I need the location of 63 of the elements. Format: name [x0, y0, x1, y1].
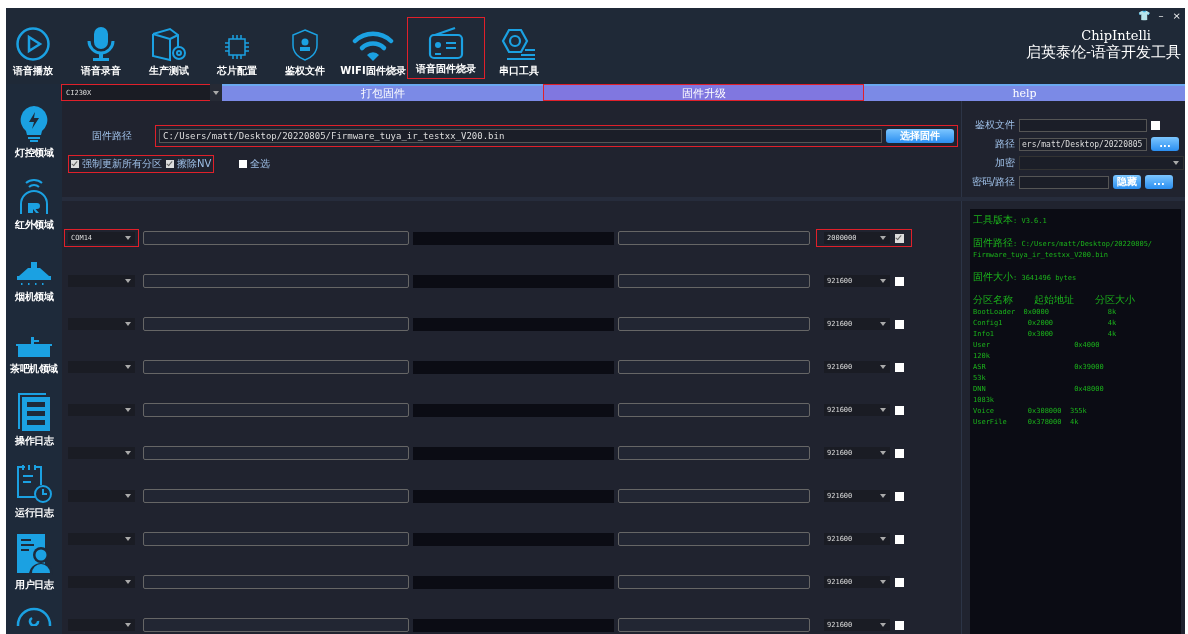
field-label: 密码/路径 — [970, 175, 1015, 189]
checkbox[interactable] — [895, 534, 904, 544]
field-label: 路径 — [994, 137, 1015, 151]
path-field[interactable]: ers/matt/Desktop/20220805 — [1019, 137, 1147, 151]
toolbar-item[interactable]: 语音固件烧录 — [416, 62, 476, 76]
checkbox[interactable] — [895, 233, 904, 243]
sidebar-item[interactable]: 操作日志 — [15, 434, 53, 448]
hexagon-nut-icon[interactable] — [501, 28, 537, 62]
checkbox[interactable] — [239, 160, 248, 168]
toolbar-item[interactable]: 鉴权文件 — [285, 64, 325, 78]
box-gear-icon[interactable] — [150, 26, 188, 62]
sidebar-item[interactable]: 灯控领域 — [15, 146, 53, 160]
checkbox[interactable] — [71, 160, 79, 168]
checkbox[interactable] — [895, 448, 904, 458]
checkbox[interactable] — [895, 276, 904, 286]
field-label: 固件路径 — [90, 129, 133, 143]
checkbox-label: 擦除NV — [177, 157, 212, 171]
window-title: 启英泰伦-语音开发工具 — [1025, 43, 1181, 62]
clipboard-clock-icon[interactable] — [15, 463, 53, 503]
firmware-path-field[interactable]: C:/Users/matt/Desktop/20220805/Firmware_tuya_ir_testxx_V200.bin — [159, 129, 882, 143]
sidebar-item[interactable]: 红外领域 — [15, 218, 53, 232]
brand-name: ChipIntelli — [1081, 28, 1151, 43]
minimize-button[interactable]: – — [1158, 10, 1164, 22]
lightbulb-icon[interactable] — [19, 105, 49, 143]
field-label: 加密 — [994, 156, 1015, 170]
microphone-icon[interactable] — [86, 26, 116, 62]
skin-icon[interactable]: 👕 — [1137, 10, 1150, 22]
toolbar-item[interactable]: 芯片配置 — [217, 64, 257, 78]
toolbar-item[interactable]: 语音录音 — [81, 64, 121, 78]
chip-icon[interactable] — [222, 32, 252, 62]
checkbox[interactable] — [895, 577, 904, 587]
checkbox[interactable] — [166, 160, 174, 168]
checkbox[interactable] — [895, 620, 904, 630]
infrared-icon[interactable] — [18, 177, 50, 215]
checkbox-label: 全选 — [250, 157, 271, 171]
range-hood-icon[interactable] — [16, 261, 52, 287]
sidebar-item[interactable]: 茶吧机领域 — [10, 362, 58, 376]
checkbox[interactable] — [895, 319, 904, 329]
sidebar-item[interactable]: 烟机领域 — [15, 290, 53, 304]
field-label: 鉴权文件 — [974, 118, 1015, 132]
shield-icon[interactable] — [291, 28, 319, 62]
toolbar-item[interactable]: 串口工具 — [499, 64, 539, 78]
document-list-icon[interactable] — [16, 391, 52, 431]
auth-file-field[interactable] — [1019, 118, 1147, 132]
user-card-icon[interactable] — [15, 533, 53, 575]
close-button[interactable]: × — [1172, 10, 1181, 22]
checkbox[interactable] — [895, 405, 904, 415]
toolbar-item[interactable]: 语音播放 — [13, 64, 53, 78]
wifi-icon[interactable] — [352, 30, 394, 62]
sidebar-item[interactable]: 用户日志 — [15, 578, 53, 592]
sidebar-item[interactable]: 运行日志 — [15, 506, 53, 520]
log-line: 分区名称 起始地址 分区大小 — [973, 294, 1137, 307]
checkbox[interactable] — [1151, 120, 1160, 130]
radio-icon[interactable] — [427, 26, 465, 60]
tab[interactable]: 固件升级 — [543, 84, 864, 101]
play-icon[interactable] — [15, 26, 51, 62]
checkbox[interactable] — [895, 362, 904, 372]
toolbar-item[interactable]: WIFI固件烧录 — [340, 64, 406, 78]
password-field[interactable] — [1019, 175, 1109, 189]
machine-icon[interactable] — [16, 335, 52, 359]
toolbar-item[interactable]: 生产测试 — [149, 64, 189, 78]
checkbox[interactable] — [895, 491, 904, 501]
checkbox-label: 强制更新所有分区 — [82, 157, 162, 171]
